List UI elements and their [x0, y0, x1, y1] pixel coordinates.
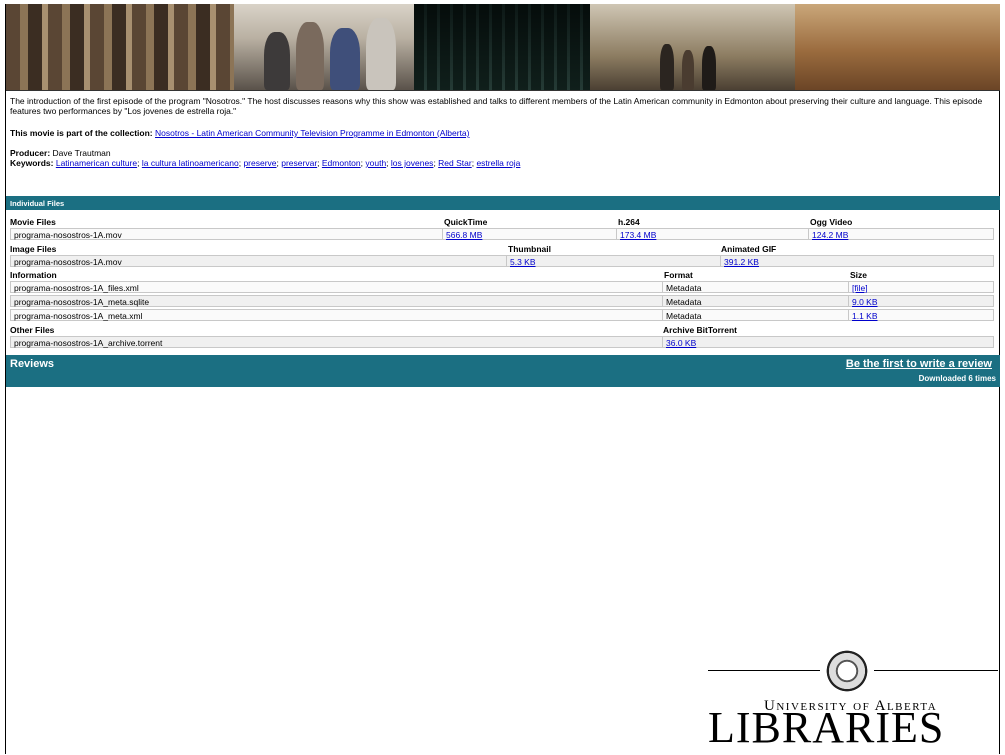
keywords-line: Keywords: Latinamerican culture; la cult…	[10, 158, 521, 168]
keyword-link[interactable]: los jovenes	[391, 158, 434, 168]
table-row: programa-nosostros-1A.mov 5.3 KB 391.2 K…	[10, 255, 994, 267]
collection-link[interactable]: Nosotros - Latin American Community Tele…	[155, 128, 469, 138]
producer-label: Producer:	[10, 148, 51, 158]
file-size-link[interactable]: 9.0 KB	[852, 297, 878, 307]
ogg-size-link[interactable]: 124.2 MB	[812, 230, 848, 240]
university-libraries-logo: University of Alberta LIBRARIES	[708, 642, 998, 750]
col-format: Format	[664, 270, 693, 280]
thumbnail-size-link[interactable]: 5.3 KB	[510, 257, 536, 267]
university-seal-icon	[824, 648, 870, 694]
keyword-link[interactable]: youth	[365, 158, 386, 168]
table-row: programa-nosostros-1A_files.xml Metadata…	[10, 281, 994, 293]
keyword-link[interactable]: la cultura latinoamericano	[142, 158, 239, 168]
banner-photo-campus-building	[590, 4, 795, 90]
table-row: programa-nosostros-1A_meta.xml Metadata …	[10, 309, 994, 321]
item-description: The introduction of the first episode of…	[10, 96, 983, 116]
download-count: Downloaded 6 times	[918, 374, 996, 383]
reviews-bar: Reviews Be the first to write a review D…	[6, 355, 1000, 387]
image-files-header: Image Files	[10, 244, 57, 254]
file-name: programa-nosostros-1A.mov	[14, 257, 122, 267]
banner-photo-reading-room	[795, 4, 1000, 90]
col-h264: h.264	[618, 217, 640, 227]
individual-files-bar: Individual Files	[6, 196, 1000, 210]
file-name: programa-nosostros-1A.mov	[14, 230, 122, 240]
file-format: Metadata	[666, 297, 702, 307]
table-row: programa-nosostros-1A_meta.sqlite Metada…	[10, 295, 994, 307]
col-thumbnail: Thumbnail	[508, 244, 551, 254]
logo-libraries-text: LIBRARIES	[708, 703, 945, 752]
col-animated-gif: Animated GIF	[721, 244, 777, 254]
collection-line: This movie is part of the collection: No…	[10, 128, 995, 138]
file-format: Metadata	[666, 311, 702, 321]
file-name: programa-nosostros-1A_meta.xml	[14, 311, 143, 321]
animated-gif-size-link[interactable]: 391.2 KB	[724, 257, 759, 267]
quicktime-size-link[interactable]: 566.8 MB	[446, 230, 482, 240]
file-size-link[interactable]: [file]	[852, 283, 868, 293]
col-archive-bittorrent: Archive BitTorrent	[663, 325, 737, 335]
keywords-label: Keywords:	[10, 158, 54, 168]
banner-photo-students	[234, 4, 414, 90]
write-review-link[interactable]: Be the first to write a review	[846, 358, 992, 370]
col-quicktime: QuickTime	[444, 217, 488, 227]
movie-files-header: Movie Files	[10, 217, 56, 227]
banner-photo-library-atrium	[414, 4, 590, 90]
col-size: Size	[850, 270, 868, 280]
file-name: programa-nosostros-1A_archive.torrent	[14, 338, 163, 348]
header-banner	[6, 4, 1000, 91]
table-row: programa-nosostros-1A.mov 566.8 MB 173.4…	[10, 228, 994, 240]
keyword-link[interactable]: Latinamerican culture	[56, 158, 137, 168]
other-files-header: Other Files	[10, 325, 55, 335]
keyword-link[interactable]: preserve	[243, 158, 276, 168]
file-format: Metadata	[666, 283, 702, 293]
banner-photo-books	[6, 4, 234, 90]
producer-value: Dave Trautman	[52, 148, 111, 158]
keyword-link[interactable]: Edmonton	[322, 158, 361, 168]
torrent-size-link[interactable]: 36.0 KB	[666, 338, 696, 348]
producer-line: Producer: Dave Trautman	[10, 148, 995, 158]
keyword-link[interactable]: estrella roja	[476, 158, 520, 168]
keyword-link[interactable]: preservar	[281, 158, 317, 168]
h264-size-link[interactable]: 173.4 MB	[620, 230, 656, 240]
file-name: programa-nosostros-1A_files.xml	[14, 283, 139, 293]
file-size-link[interactable]: 1.1 KB	[852, 311, 878, 321]
item-details: The introduction of the first episode of…	[10, 96, 995, 168]
information-header: Information	[10, 270, 57, 280]
file-name: programa-nosostros-1A_meta.sqlite	[14, 297, 150, 307]
table-row: programa-nosostros-1A_archive.torrent 36…	[10, 336, 994, 348]
collection-label: This movie is part of the collection:	[10, 128, 153, 138]
col-ogg-video: Ogg Video	[810, 217, 853, 227]
keyword-link[interactable]: Red Star	[438, 158, 472, 168]
reviews-title: Reviews	[10, 358, 55, 370]
